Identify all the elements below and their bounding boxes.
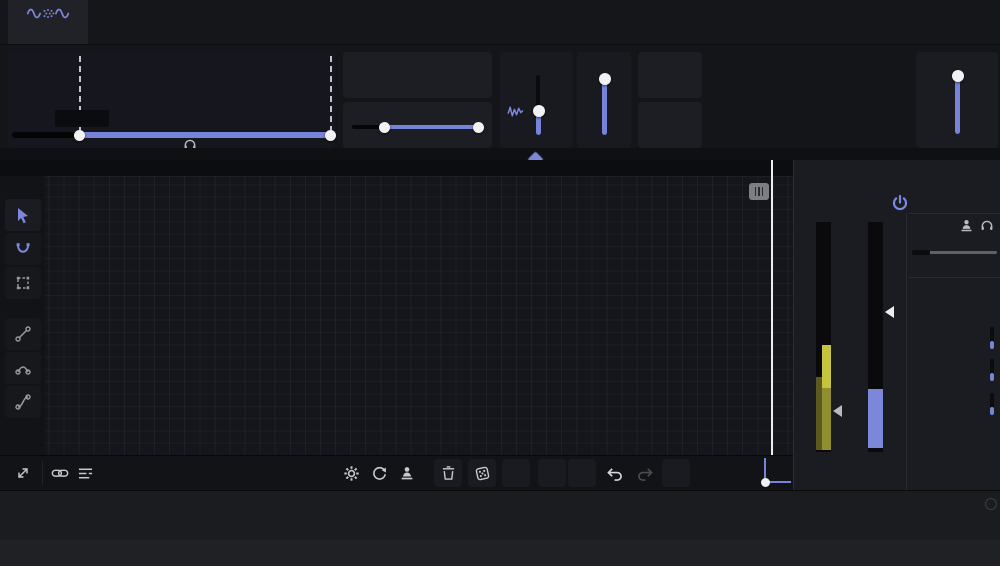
dice-icon [474, 465, 491, 482]
stamp-icon [399, 465, 415, 481]
plugin-window [0, 0, 1000, 566]
editor-toolbar [0, 455, 793, 491]
envelope-panel [793, 160, 1000, 490]
band-high-handle[interactable] [325, 130, 336, 141]
tab-noise[interactable] [8, 0, 88, 44]
meter-blue-fill [868, 389, 883, 448]
noise-type-panel [343, 52, 492, 98]
smooth-slider-handle[interactable] [761, 478, 770, 487]
add-module-button[interactable] [130, 9, 156, 35]
filter-fill[interactable] [385, 125, 480, 129]
release-mini-slider[interactable] [990, 393, 994, 415]
noise-slider-handle[interactable] [533, 105, 545, 117]
band-range-fill[interactable] [79, 132, 331, 138]
envelope-power-icon[interactable] [890, 193, 910, 213]
line-tool-icon [14, 325, 32, 343]
redo-icon [636, 466, 654, 481]
trim-slider-fill[interactable] [602, 78, 607, 135]
mix-slider-fill[interactable] [955, 75, 960, 134]
attack-mini-slider[interactable] [990, 327, 994, 349]
loop-mode-button[interactable] [367, 460, 391, 486]
noise-module-icon [26, 6, 70, 21]
threshold-meter [816, 222, 831, 452]
expand-editor-button[interactable] [10, 460, 36, 486]
undo-button[interactable] [602, 460, 628, 486]
shift-left-button[interactable] [538, 459, 566, 487]
meter-olive [822, 388, 831, 450]
tool-line[interactable] [5, 318, 41, 350]
stamp-wave-button[interactable] [395, 460, 419, 486]
module-strip [0, 148, 1000, 160]
in-headphones-icon[interactable] [980, 218, 994, 231]
amount-meter [868, 222, 883, 452]
editor-ruler [0, 160, 793, 176]
grip-bar [758, 187, 760, 196]
playhead-grip[interactable] [749, 183, 769, 200]
mix-panel [916, 52, 998, 148]
undo-icon [606, 466, 624, 481]
marquee-icon [14, 274, 32, 292]
settings-button[interactable] [339, 460, 363, 486]
noise-only-button[interactable] [638, 102, 702, 148]
tab-bar [0, 0, 1000, 45]
steps-icon [78, 466, 93, 481]
shift-right-button[interactable] [568, 459, 596, 487]
hold-mini-fill [990, 373, 994, 381]
mono-noise-button[interactable] [638, 52, 702, 98]
filter-panel [343, 102, 492, 148]
randomize-button[interactable] [468, 459, 496, 487]
lp-handle[interactable] [473, 122, 484, 133]
in-filter-fill[interactable] [912, 250, 930, 255]
divider [42, 461, 43, 485]
tool-marquee[interactable] [5, 267, 41, 299]
double-pattern-button[interactable] [502, 459, 530, 487]
tool-scurve[interactable] [5, 386, 41, 418]
s-curve-tool-icon [14, 393, 32, 411]
mix-slider-handle[interactable] [952, 70, 964, 82]
noise-wave-icon [507, 104, 524, 118]
divider [909, 277, 1000, 278]
threshold-marker[interactable] [833, 405, 842, 417]
hold-mini-slider[interactable] [990, 359, 994, 381]
link-icon [51, 466, 69, 480]
trim-panel [577, 52, 631, 148]
grip-bar [762, 187, 764, 196]
window-bottom-strip [0, 540, 1000, 566]
hp-handle[interactable] [379, 122, 390, 133]
band-end-line[interactable] [330, 56, 332, 132]
draw-tool-icon [14, 240, 32, 258]
expand-icon [15, 465, 31, 481]
grip-bar [755, 187, 757, 196]
more-options-button[interactable] [662, 459, 690, 487]
band-freq-tooltip [55, 110, 109, 127]
redo-button[interactable] [632, 460, 658, 486]
curve-tool-icon [14, 359, 32, 377]
tool-cursor[interactable] [5, 199, 41, 231]
gear-icon [343, 465, 360, 482]
presets-bar [0, 490, 1000, 541]
tool-draw[interactable] [5, 233, 41, 265]
loop-end-playhead[interactable] [771, 160, 773, 455]
delete-points-button[interactable] [434, 459, 462, 487]
pattern-steps-button[interactable] [74, 460, 96, 486]
noise-level-panel [500, 52, 573, 148]
band-low-handle[interactable] [74, 130, 85, 141]
in-trigger-icon[interactable] [959, 218, 974, 233]
loop-icon [371, 465, 388, 482]
divider [909, 213, 1000, 214]
band-spectrum-panel [8, 52, 335, 148]
amount-marker[interactable] [885, 306, 894, 318]
tool-curve[interactable] [5, 352, 41, 384]
meter-yellow-bright [822, 345, 831, 388]
attack-mini-fill [990, 341, 994, 349]
cursor-icon [14, 206, 32, 224]
editor-grid[interactable] [45, 176, 793, 455]
trash-icon [441, 465, 456, 481]
link-button[interactable] [48, 460, 72, 486]
trim-slider-handle[interactable] [599, 73, 611, 85]
midi-switch-help-icon[interactable] [985, 498, 997, 510]
release-mini-fill [990, 407, 994, 415]
divider [906, 213, 907, 490]
